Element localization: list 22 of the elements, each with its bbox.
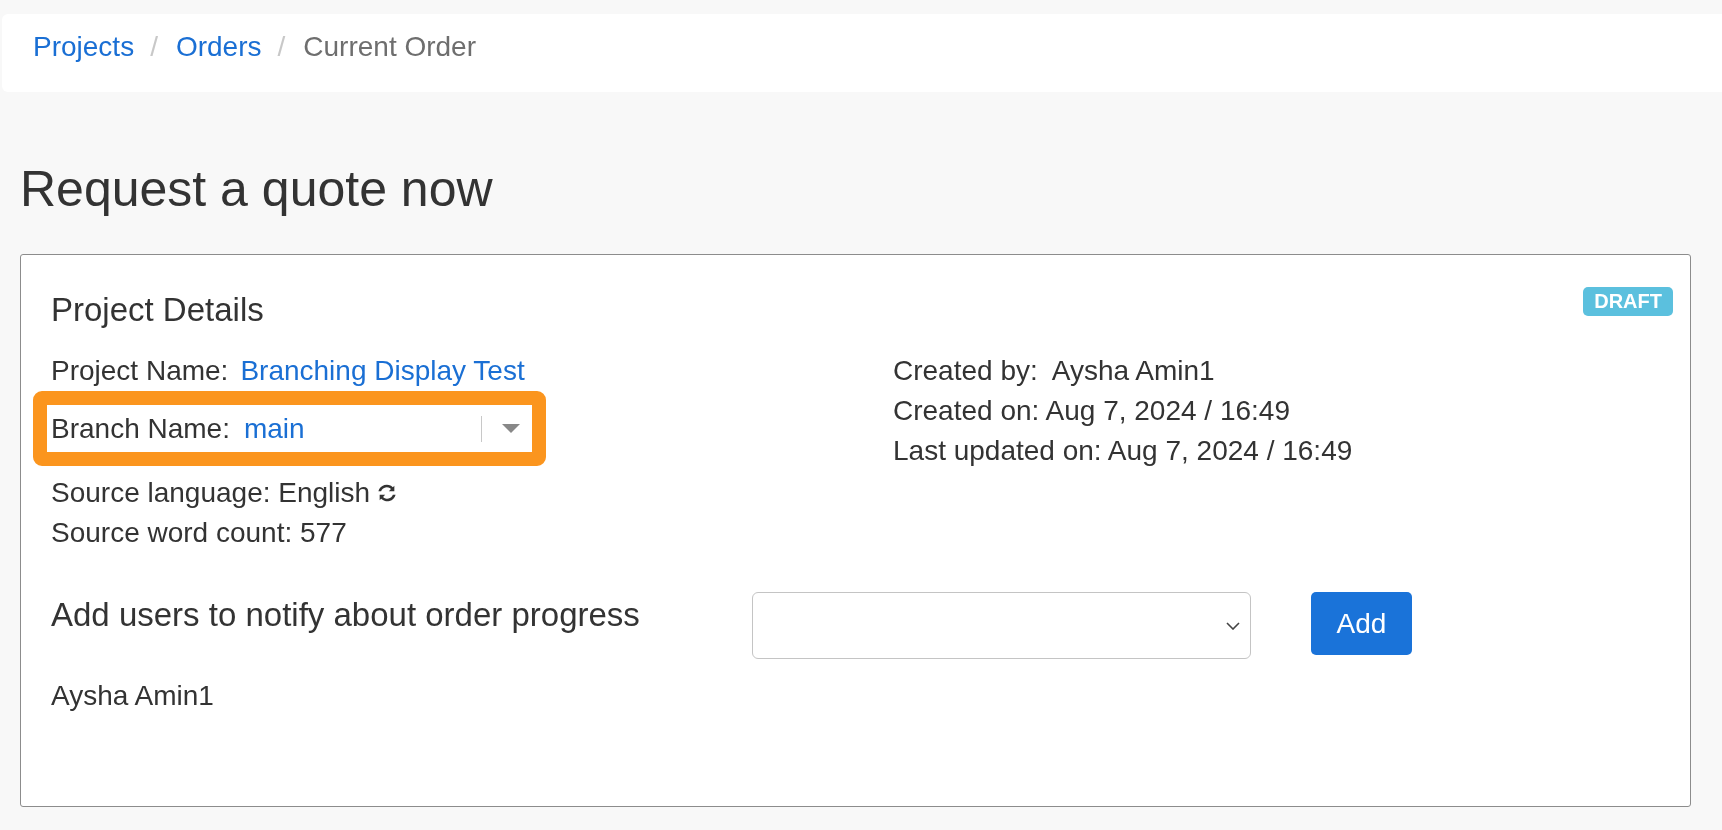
field-label: Branch Name:	[51, 411, 230, 446]
status-badge: DRAFT	[1583, 287, 1673, 316]
user-name: Aysha Amin1	[51, 679, 215, 713]
breadcrumb-link[interactable]: Projects	[33, 27, 135, 67]
breadcrumb-separator: /	[277, 30, 286, 64]
page-title: Request a quote now	[20, 160, 494, 219]
section-title: Project Details	[51, 290, 264, 330]
chevron-down-icon	[1226, 621, 1240, 630]
breadcrumb-current: Current Order	[303, 30, 476, 64]
breadcrumb-separator: /	[150, 30, 158, 64]
caret-icon	[502, 424, 520, 433]
word-count-text: Source word count: 577	[51, 516, 347, 550]
source-language-text: Source language: English	[51, 476, 371, 510]
notify-label: Add users to notify about order progress	[51, 595, 641, 635]
breadcrumb-link[interactable]: Orders	[175, 27, 262, 67]
add-button[interactable]: Add	[1311, 592, 1412, 655]
branch-select[interactable]: main	[243, 405, 532, 452]
project-name-link[interactable]: Branching Display Test	[240, 351, 525, 391]
meta-text: Created by: Aysha Amin1	[893, 354, 1216, 388]
field-label: Project Name:	[51, 354, 229, 388]
meta-text: Created on: Aug 7, 2024 / 16:49	[893, 394, 1291, 428]
meta-text: Last updated on: Aug 7, 2024 / 16:49	[893, 434, 1354, 468]
